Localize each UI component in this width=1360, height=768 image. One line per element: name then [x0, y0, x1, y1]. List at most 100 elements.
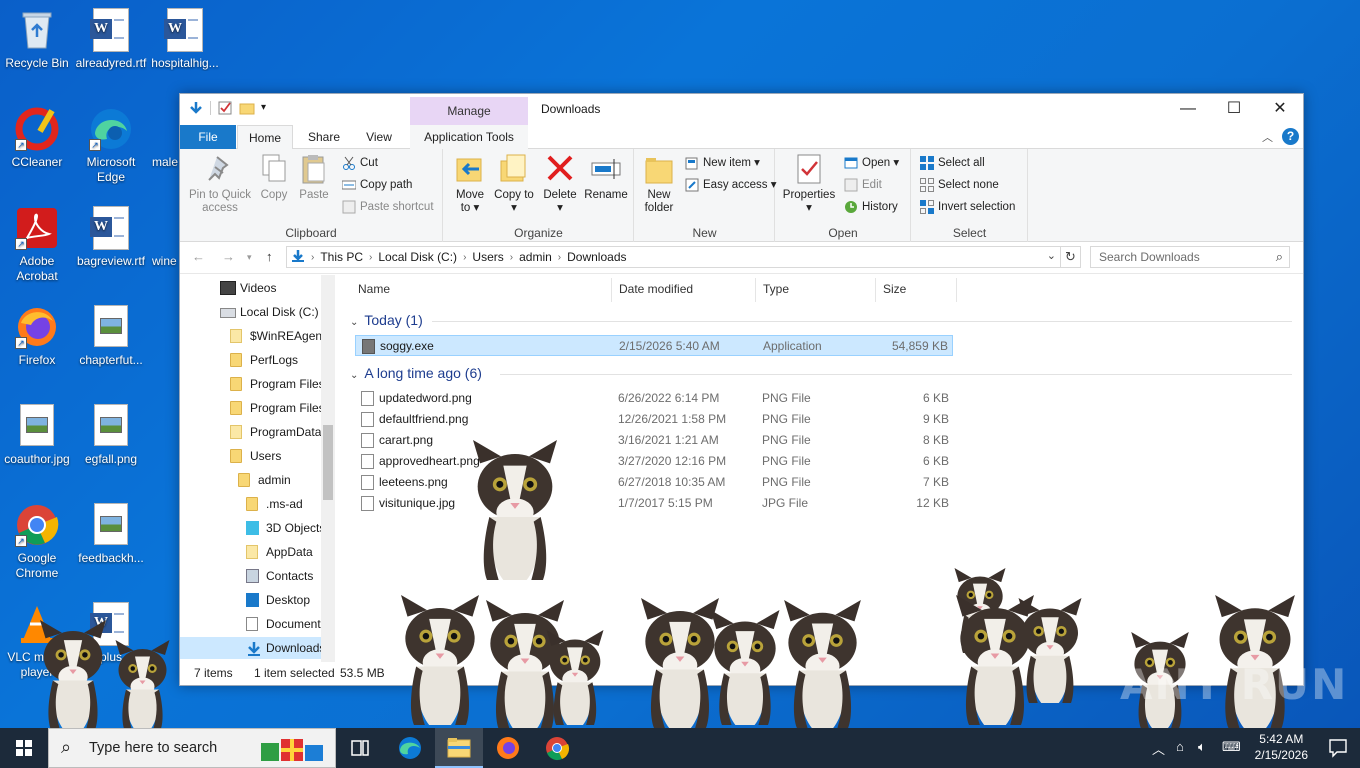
- easy-access-button[interactable]: Easy access ▾: [683, 175, 777, 195]
- tab-home[interactable]: Home: [237, 125, 293, 150]
- select-all-button[interactable]: Select all: [918, 153, 985, 173]
- nav-item-perflogs[interactable]: PerfLogs: [230, 349, 298, 371]
- nav-item-contacts[interactable]: Contacts: [246, 565, 313, 587]
- nav-item-3d-objects[interactable]: 3D Objects: [246, 517, 325, 539]
- taskbar-file-explorer-button[interactable]: [435, 728, 483, 768]
- collapse-ribbon-icon[interactable]: ︿: [1262, 129, 1273, 145]
- delete-button[interactable]: Delete ▾: [540, 153, 580, 215]
- breadcrumb-admin[interactable]: admin: [515, 250, 556, 264]
- desktop-icon-google-chrome[interactable]: ↗ Google Chrome: [1, 503, 73, 581]
- tab-view[interactable]: View: [356, 125, 402, 149]
- address-bar[interactable]: › This PC › Local Disk (C:) › Users › ad…: [286, 246, 1061, 268]
- column-header-size[interactable]: Size: [883, 282, 906, 296]
- task-view-button[interactable]: [336, 728, 384, 768]
- back-arrow-icon[interactable]: ←: [192, 249, 205, 264]
- pin-quick-access-button[interactable]: Pin to Quick access: [186, 153, 254, 215]
- desktop-icon-microsoft-edge[interactable]: ↗ Microsoft Edge: [75, 107, 147, 185]
- file-row[interactable]: soggy.exe 2/15/2026 5:40 AM Application …: [355, 335, 953, 356]
- desktop-icon-alreadyred[interactable]: W alreadyred.rtf: [75, 8, 147, 71]
- breadcrumb-this-pc[interactable]: This PC: [316, 250, 367, 264]
- desktop-icon-recycle-bin[interactable]: Recycle Bin: [1, 8, 73, 71]
- select-none-button[interactable]: Select none: [918, 175, 999, 195]
- history-button[interactable]: History: [842, 197, 898, 217]
- column-header-date[interactable]: Date modified: [619, 282, 693, 296]
- new-item-button[interactable]: New item ▾: [683, 153, 760, 173]
- maximize-button[interactable]: ☐: [1211, 94, 1257, 124]
- scrollbar-thumb[interactable]: [323, 425, 333, 500]
- nav-pane-scrollbar[interactable]: [321, 275, 335, 662]
- edit-button[interactable]: Edit: [842, 175, 882, 195]
- desktop-icon-bagreview[interactable]: W bagreview.rtf: [75, 206, 147, 269]
- network-icon[interactable]: ⌂: [1176, 739, 1184, 754]
- desktop-icon-chapterfut[interactable]: chapterfut...: [75, 305, 147, 368]
- tab-file[interactable]: File: [180, 125, 236, 149]
- desktop-icon-feedbackh[interactable]: feedbackh...: [75, 503, 147, 566]
- nav-item-program-files[interactable]: Program Files: [230, 373, 325, 395]
- qat-dropdown-icon[interactable]: ▾: [261, 100, 277, 116]
- nav-item-winreagent[interactable]: $WinREAgent: [230, 325, 325, 347]
- tab-share[interactable]: Share: [298, 125, 350, 149]
- paste-button[interactable]: Paste: [296, 153, 332, 202]
- show-hidden-icons-chevron-icon[interactable]: ︿: [1152, 739, 1165, 758]
- taskbar-firefox-button[interactable]: [484, 728, 532, 768]
- file-row[interactable]: leeteens.png 6/27/2018 10:35 AM PNG File…: [355, 472, 953, 493]
- recent-dropdown-icon[interactable]: ▾: [247, 252, 252, 263]
- column-separator[interactable]: [755, 278, 756, 302]
- file-row[interactable]: visitunique.jpg 1/7/2017 5:15 PM JPG Fil…: [355, 493, 953, 514]
- column-separator[interactable]: [956, 278, 957, 302]
- nav-item-local-disk[interactable]: Local Disk (C:): [220, 301, 319, 323]
- copy-to-button[interactable]: Copy to ▾: [494, 153, 534, 215]
- nav-item-downloads[interactable]: Downloads: [180, 637, 325, 659]
- paste-shortcut-button[interactable]: Paste shortcut: [340, 197, 434, 217]
- open-button[interactable]: Open ▾: [842, 153, 899, 173]
- nav-item-program-files-x86[interactable]: Program Files: [230, 397, 325, 419]
- breadcrumb-local-disk[interactable]: Local Disk (C:): [374, 250, 461, 264]
- nav-item-appdata[interactable]: AppData: [246, 541, 313, 563]
- arrow-down-icon[interactable]: [188, 100, 204, 116]
- file-row[interactable]: updatedword.png 6/26/2022 6:14 PM PNG Fi…: [355, 388, 953, 409]
- taskbar-chrome-button[interactable]: [533, 728, 581, 768]
- address-dropdown-icon[interactable]: ⌄: [1047, 249, 1056, 262]
- column-separator[interactable]: [611, 278, 612, 302]
- manage-contextual-tab[interactable]: Manage: [410, 97, 528, 125]
- nav-item-documents[interactable]: Documents: [246, 613, 327, 635]
- volume-icon[interactable]: 🔈︎: [1198, 739, 1206, 755]
- desktop-icon-coauthor[interactable]: coauthor.jpg: [1, 404, 73, 467]
- close-button[interactable]: ✕: [1257, 94, 1303, 124]
- rename-button[interactable]: Rename: [584, 153, 628, 202]
- breadcrumb-downloads[interactable]: Downloads: [563, 250, 630, 264]
- file-row[interactable]: approvedheart.png 3/27/2020 12:16 PM PNG…: [355, 451, 953, 472]
- forward-arrow-icon[interactable]: →: [222, 249, 235, 264]
- new-folder-button[interactable]: New folder: [639, 153, 679, 215]
- breadcrumb-users[interactable]: Users: [468, 250, 507, 264]
- new-folder-icon[interactable]: [239, 100, 255, 116]
- nav-item-users[interactable]: Users: [230, 445, 281, 467]
- properties-check-icon[interactable]: [217, 100, 233, 116]
- start-button[interactable]: [0, 728, 48, 768]
- column-header-type[interactable]: Type: [763, 282, 789, 296]
- notification-center-button[interactable]: [1316, 728, 1360, 768]
- move-to-button[interactable]: Move to ▾: [450, 153, 490, 215]
- desktop-icon-ccleaner[interactable]: ↗ CCleaner: [1, 107, 73, 170]
- minimize-button[interactable]: —: [1165, 94, 1211, 124]
- desktop-icon-hospitalhig[interactable]: W hospitalhig...: [149, 8, 221, 71]
- cut-button[interactable]: Cut: [340, 153, 378, 173]
- column-separator[interactable]: [875, 278, 876, 302]
- desktop-icon-male[interactable]: male: [140, 107, 180, 170]
- desktop-icon-egfall[interactable]: egfall.png: [75, 404, 147, 467]
- file-row[interactable]: carart.png 3/16/2021 1:21 AM PNG File 8 …: [355, 430, 953, 451]
- taskbar-clock[interactable]: 5:42 AM 2/15/2026: [1255, 731, 1308, 763]
- copy-path-button[interactable]: Copy path: [340, 175, 412, 195]
- refresh-button[interactable]: ↻: [1061, 246, 1081, 268]
- column-header-name[interactable]: Name: [358, 282, 390, 296]
- desktop-icon-wine[interactable]: wine: [140, 206, 180, 269]
- nav-item-ms-ad[interactable]: .ms-ad: [246, 493, 303, 515]
- nav-item-programdata[interactable]: ProgramData: [230, 421, 321, 443]
- taskbar-edge-button[interactable]: [386, 728, 434, 768]
- taskbar-search-box[interactable]: ⌕ Type here to search: [48, 728, 336, 768]
- copy-button[interactable]: Copy: [256, 153, 292, 202]
- help-icon[interactable]: ?: [1282, 128, 1299, 145]
- up-arrow-icon[interactable]: ↑: [266, 249, 273, 264]
- properties-button[interactable]: Properties ▾: [780, 153, 838, 215]
- nav-item-admin[interactable]: admin: [238, 469, 291, 491]
